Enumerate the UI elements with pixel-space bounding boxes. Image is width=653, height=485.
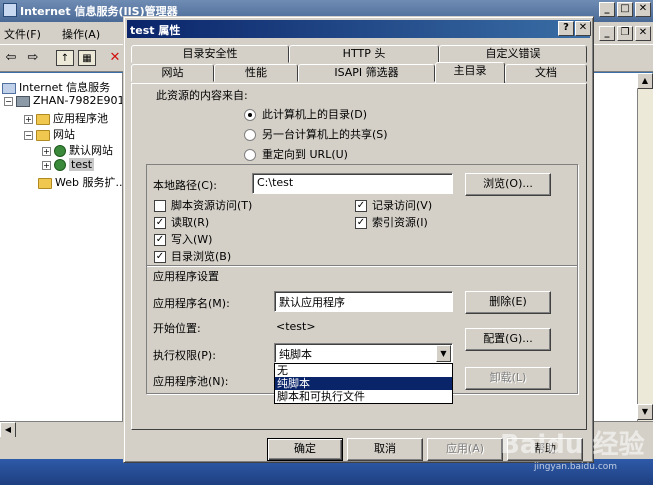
radio-icon[interactable]	[244, 129, 256, 141]
checkbox-checked-icon[interactable]: ✓	[154, 217, 166, 229]
dropdown-option-script[interactable]: 纯脚本	[275, 377, 452, 390]
website-globe-icon	[54, 145, 66, 157]
collapse-icon[interactable]: −	[24, 130, 33, 140]
cancel-button[interactable]: 取消	[347, 438, 423, 461]
checkbox-checked-icon[interactable]: ✓	[355, 200, 367, 212]
website-globe-icon	[54, 159, 66, 171]
configure-button[interactable]: 配置(G)...	[465, 328, 551, 351]
tree-pane: Internet 信息服务 − ZHAN-7982E9015 + 应用程序池 − 网站…	[0, 73, 123, 421]
tree-node-server[interactable]: − ZHAN-7982E9015	[4, 94, 122, 107]
minimize-button[interactable]: _	[599, 2, 615, 17]
back-arrow-icon[interactable]: ⇦	[2, 50, 20, 66]
app-name-input[interactable]: 默认应用程序	[274, 291, 453, 312]
folder-icon	[36, 113, 50, 125]
iis-icon	[2, 82, 16, 94]
ok-button[interactable]: 确定	[267, 438, 343, 461]
properties-dialog: test 属性 ? ✕ 目录安全性 HTTP 头 自定义错误 网站 性能 ISA…	[123, 16, 594, 463]
tab-home-directory[interactable]: 主目录	[435, 62, 505, 83]
mdi-restore-button[interactable]: ❐	[617, 26, 633, 41]
scroll-up-icon[interactable]: ▲	[637, 73, 653, 89]
expand-icon[interactable]: +	[42, 146, 51, 156]
chk-log-visits[interactable]: ✓ 记录访问(V)	[355, 197, 432, 213]
tab-website[interactable]: 网站	[131, 64, 214, 82]
collapse-icon[interactable]: −	[4, 96, 13, 106]
menu-file[interactable]: 文件(F)	[4, 26, 41, 42]
tab-isapi-filters[interactable]: ISAPI 筛选器	[298, 64, 435, 82]
tree-node-iis[interactable]: Internet 信息服务	[2, 79, 110, 95]
source-label: 此资源的内容来自:	[156, 89, 248, 102]
section-divider	[147, 265, 577, 267]
chevron-down-icon[interactable]: ▼	[436, 345, 451, 362]
exec-perm-select[interactable]: 纯脚本 ▼	[274, 343, 453, 363]
chk-write[interactable]: ✓ 写入(W)	[154, 231, 212, 247]
folder-icon	[36, 129, 50, 141]
mdi-window-controls: _ ❐ ✕	[599, 26, 651, 41]
checkbox-checked-icon[interactable]: ✓	[154, 234, 166, 246]
expand-icon[interactable]: +	[42, 160, 51, 170]
remove-button[interactable]: 删除(E)	[465, 291, 551, 314]
radio-selected-icon[interactable]	[244, 109, 256, 121]
radio-redirect-url[interactable]: 重定向到 URL(U)	[244, 146, 348, 162]
apply-button[interactable]: 应用(A)	[427, 438, 503, 461]
tree-node-websites[interactable]: − 网站	[24, 126, 75, 142]
show-tree-icon[interactable]: ▦	[78, 50, 96, 66]
local-path-label: 本地路径(C):	[153, 179, 217, 192]
tab-http-headers[interactable]: HTTP 头	[289, 45, 439, 63]
chk-index-resource[interactable]: ✓ 索引资源(I)	[355, 214, 428, 230]
tab-custom-errors[interactable]: 自定义错误	[439, 45, 587, 63]
tab-directory-security[interactable]: 目录安全性	[131, 45, 289, 63]
browse-button[interactable]: 浏览(O)...	[465, 173, 551, 196]
tree-node-test[interactable]: + test	[42, 158, 95, 171]
radio-icon[interactable]	[244, 149, 256, 161]
app-settings-heading: 应用程序设置	[153, 270, 219, 283]
maximize-button[interactable]: □	[617, 2, 633, 17]
exec-perm-label: 执行权限(P):	[153, 349, 216, 362]
delete-icon[interactable]: ✕	[106, 50, 124, 66]
server-icon	[16, 95, 30, 107]
dropdown-option-none[interactable]: 无	[275, 364, 452, 377]
scroll-left-icon[interactable]: ◀	[0, 422, 16, 438]
tree-node-app-pools[interactable]: + 应用程序池	[24, 110, 108, 126]
menu-action[interactable]: 操作(A)	[62, 26, 100, 42]
mdi-minimize-button[interactable]: _	[599, 26, 615, 41]
chk-read[interactable]: ✓ 读取(R)	[154, 214, 209, 230]
iis-app-icon	[3, 3, 17, 17]
folder-icon	[38, 177, 52, 189]
tab-documents[interactable]: 文档	[505, 64, 587, 82]
exec-perm-dropdown: 无 纯脚本 脚本和可执行文件	[274, 363, 453, 404]
help-icon[interactable]: ?	[558, 21, 574, 36]
close-button[interactable]: ✕	[635, 2, 651, 17]
unload-button[interactable]: 卸载(L)	[465, 367, 551, 390]
start-point-value: <test>	[276, 320, 316, 333]
vertical-scrollbar[interactable]: ▲ ▼	[637, 73, 653, 421]
dropdown-option-script-exe[interactable]: 脚本和可执行文件	[275, 390, 452, 403]
radio-network-share[interactable]: 另一台计算机上的共享(S)	[244, 126, 388, 142]
home-directory-panel: 此资源的内容来自: 此计算机上的目录(D) 另一台计算机上的共享(S) 重定向到…	[131, 83, 587, 430]
tree-node-default-site[interactable]: + 默认网站	[42, 142, 113, 158]
dialog-title-bar: test 属性 ? ✕	[127, 20, 591, 38]
up-folder-icon[interactable]: ↑	[56, 50, 74, 66]
checkbox-icon[interactable]	[154, 200, 166, 212]
chk-script-source[interactable]: 脚本资源访问(T)	[154, 197, 252, 213]
baidu-watermark-url: jingyan.baidu.com	[534, 462, 618, 472]
checkbox-checked-icon[interactable]: ✓	[355, 217, 367, 229]
tree-node-web-ext[interactable]: Web 服务扩...	[38, 174, 122, 190]
checkbox-checked-icon[interactable]: ✓	[154, 251, 166, 263]
start-point-label: 开始位置:	[153, 322, 201, 335]
baidu-watermark: Baidu 经验	[500, 430, 645, 460]
mdi-close-button[interactable]: ✕	[635, 26, 651, 41]
scroll-down-icon[interactable]: ▼	[637, 404, 653, 420]
tab-performance[interactable]: 性能	[214, 64, 298, 82]
dialog-title: test 属性	[130, 24, 181, 37]
local-path-input[interactable]: C:\test	[252, 173, 453, 194]
radio-local-dir[interactable]: 此计算机上的目录(D)	[244, 106, 367, 122]
app-name-label: 应用程序名(M):	[153, 297, 230, 310]
chk-dir-browse[interactable]: ✓ 目录浏览(B)	[154, 248, 231, 264]
expand-icon[interactable]: +	[24, 114, 33, 124]
dialog-close-icon[interactable]: ✕	[575, 21, 591, 36]
forward-arrow-icon[interactable]: ⇨	[24, 50, 42, 66]
app-pool-label: 应用程序池(N):	[153, 375, 229, 388]
